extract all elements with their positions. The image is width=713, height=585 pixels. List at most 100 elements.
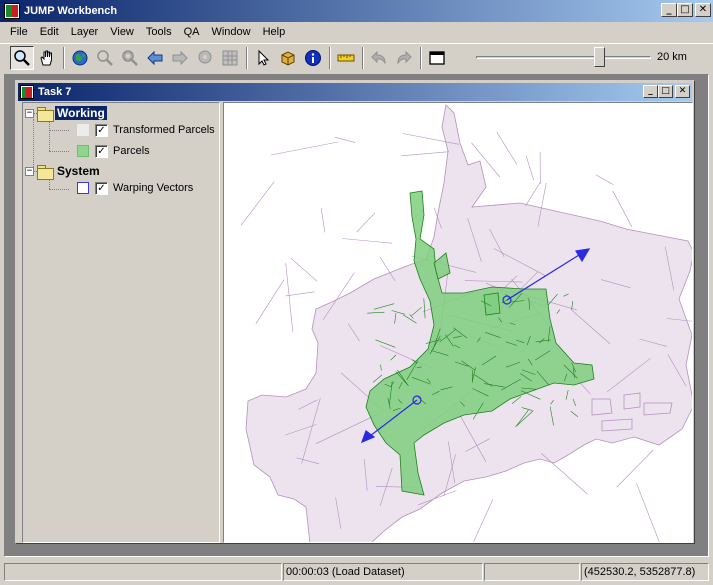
menu-window[interactable]: Window <box>205 26 256 38</box>
tree-connector <box>49 189 69 190</box>
menu-edit[interactable]: Edit <box>34 26 65 38</box>
collapse-toggle[interactable]: − <box>25 108 34 118</box>
task-window-title-bar: Task 7 _ □ ✕ <box>18 83 692 101</box>
toolbar-separator <box>329 46 331 69</box>
category-working[interactable]: − Working <box>25 104 107 122</box>
grid-button[interactable] <box>218 46 242 70</box>
cursor-icon <box>258 49 270 66</box>
zoom-selected-icon <box>97 49 113 66</box>
category-label[interactable]: System <box>55 164 102 178</box>
layer-style-swatch <box>77 145 89 157</box>
layer-label[interactable]: Parcels <box>113 145 150 157</box>
folder-icon <box>37 106 54 122</box>
category-label[interactable]: Working <box>55 106 107 120</box>
maximize-button[interactable]: □ <box>677 3 693 17</box>
menu-tools[interactable]: Tools <box>140 26 178 38</box>
zoom-previous-button[interactable] <box>143 46 167 70</box>
app-title: JUMP Workbench <box>24 5 118 17</box>
parcel-boundary-line <box>320 208 326 233</box>
layer-row[interactable]: ✓ Warping Vectors <box>77 179 193 197</box>
zoom-to-selected-button[interactable] <box>93 46 117 70</box>
parcel-boundary-line <box>240 181 275 226</box>
parcel-boundary-line <box>525 181 541 206</box>
task-close-button[interactable]: ✕ <box>675 85 690 98</box>
new-window-button[interactable] <box>425 46 449 70</box>
pan-tool-button[interactable] <box>35 46 59 70</box>
zoom-to-fence-button[interactable] <box>118 46 142 70</box>
parcel-boundary-line <box>612 190 633 227</box>
ruler-icon <box>337 54 355 61</box>
layer-label[interactable]: Transformed Parcels <box>113 124 215 136</box>
parcel-boundary-line <box>255 279 285 324</box>
folder-icon <box>37 164 54 180</box>
zoom-full-extent-button[interactable] <box>68 46 92 70</box>
parcel-boundary-line <box>285 263 294 333</box>
close-button[interactable]: ✕ <box>695 3 711 17</box>
menu-qa[interactable]: QA <box>178 26 206 38</box>
parcel-boundary-line <box>342 238 393 244</box>
scale-label: 20 km <box>657 51 687 63</box>
parcel-boundary-line <box>636 483 660 542</box>
tree-connector <box>49 121 50 151</box>
layer-visibility-checkbox[interactable]: ✓ <box>95 144 108 158</box>
layer-tree-panel: − Working ✓ Transformed Parcels ✓ Parcel… <box>22 102 220 543</box>
layer-row[interactable]: ✓ Parcels <box>77 142 150 160</box>
map-svg <box>240 104 692 542</box>
status-extra <box>484 563 580 581</box>
globe-icon <box>72 50 88 65</box>
magnifier-icon <box>14 49 30 66</box>
parcel-boundary-line <box>401 151 449 157</box>
map-canvas[interactable] <box>223 102 693 543</box>
collapse-toggle[interactable]: − <box>25 166 34 176</box>
parcel-boundary-line <box>290 257 318 282</box>
layer-style-swatch <box>77 124 89 136</box>
minimize-button[interactable]: _ <box>661 3 677 17</box>
menu-view[interactable]: View <box>104 26 140 38</box>
parcel-boundary-line <box>356 212 376 233</box>
status-time: 00:00:03 (Load Dataset) <box>283 563 483 581</box>
tree-connector <box>49 151 69 152</box>
toolbar-separator <box>420 46 422 69</box>
zoom-next-button[interactable] <box>168 46 192 70</box>
parcel-boundary-line <box>616 449 654 488</box>
redo-button[interactable] <box>392 46 416 70</box>
info-button[interactable] <box>301 46 325 70</box>
grid-icon <box>222 50 238 65</box>
zoom-to-point-button[interactable] <box>193 46 217 70</box>
zoom-fence-icon <box>122 49 138 66</box>
menu-file[interactable]: File <box>4 26 34 38</box>
parcel-boundary-line <box>525 155 534 181</box>
task-minimize-button[interactable]: _ <box>643 85 658 98</box>
layer-label[interactable]: Warping Vectors <box>113 182 193 194</box>
status-bar: 00:00:03 (Load Dataset) (452530.2, 53528… <box>0 561 713 583</box>
layer-visibility-checkbox[interactable]: ✓ <box>95 181 108 195</box>
hand-icon <box>40 50 52 65</box>
slider-thumb[interactable] <box>594 47 605 67</box>
menu-help[interactable]: Help <box>257 26 292 38</box>
slider-track <box>476 56 651 59</box>
pin-icon <box>198 50 212 63</box>
menu-layer[interactable]: Layer <box>65 26 105 38</box>
task-maximize-button[interactable]: □ <box>658 85 673 98</box>
jump-logo-icon <box>4 3 20 19</box>
parcel-boundary-line <box>270 141 339 156</box>
task-window-title: Task 7 <box>38 86 72 98</box>
zoom-tool-button[interactable] <box>10 45 34 70</box>
tree-connector <box>49 130 69 131</box>
task-window-controls: _ □ ✕ <box>641 85 690 98</box>
feature-info-button[interactable] <box>276 46 300 70</box>
info-icon <box>305 49 321 66</box>
category-system[interactable]: − System <box>25 162 102 180</box>
parcel-boundary-line <box>541 453 588 495</box>
undo-button[interactable] <box>367 46 391 70</box>
toolbar-separator <box>362 46 364 69</box>
parcel-boundary-line <box>496 132 518 165</box>
select-tool-button[interactable] <box>251 46 275 70</box>
app-title-bar: JUMP Workbench _ □ ✕ <box>0 0 713 22</box>
measure-button[interactable] <box>334 46 358 70</box>
arrow-right-icon <box>172 50 188 65</box>
scale-slider[interactable] <box>476 47 651 67</box>
layer-visibility-checkbox[interactable]: ✓ <box>95 123 108 137</box>
parcel-boundary-line <box>595 174 614 186</box>
layer-row[interactable]: ✓ Transformed Parcels <box>77 121 215 139</box>
